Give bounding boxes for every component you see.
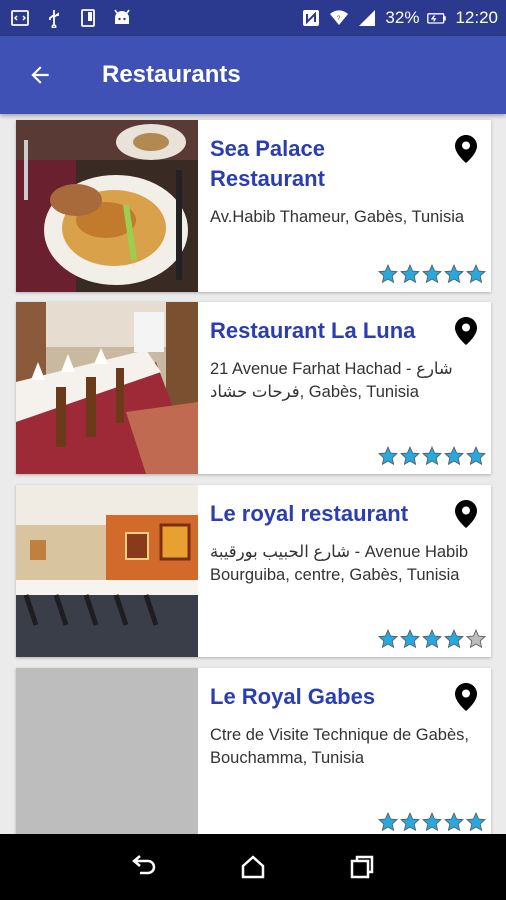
location-pin-icon[interactable] <box>454 499 478 529</box>
star-filled-icon <box>466 812 486 832</box>
navigation-bar <box>0 834 506 900</box>
status-bar: ? 32% 12:20 <box>0 0 506 36</box>
restaurant-card[interactable]: Le royal restaurant شارع الحبيب بورقيبة … <box>16 485 491 657</box>
location-pin-icon[interactable] <box>454 316 478 346</box>
restaurant-info: Le Royal Gabes Ctre de Visite Technique … <box>198 668 494 834</box>
nav-recents-button[interactable] <box>342 847 382 887</box>
status-notifications <box>10 8 132 28</box>
restaurant-name[interactable]: Sea Palace Restaurant <box>210 134 440 194</box>
clock: 12:20 <box>455 8 498 27</box>
battery-percent: 32% <box>385 8 420 27</box>
location-pin-icon[interactable] <box>454 134 478 164</box>
nfc-icon <box>301 8 321 28</box>
restaurant-address: Av.Habib Thameur, Gabès, Tunisia <box>210 208 465 226</box>
location-pin-icon[interactable] <box>454 682 478 712</box>
star-rating <box>378 264 486 284</box>
star-filled-icon <box>400 629 420 649</box>
star-filled-icon <box>400 264 420 284</box>
star-filled-icon <box>444 446 464 466</box>
status-system: ? 32% 12:20 <box>301 8 498 28</box>
star-filled-icon <box>444 812 464 832</box>
restaurant-photo-placeholder <box>16 668 198 834</box>
star-filled-icon <box>444 264 464 284</box>
back-nav-icon <box>132 855 156 875</box>
restaurant-address: 21 Avenue Farhat Hachad - شارع فرحات حشا… <box>210 360 453 401</box>
page-title: Restaurants <box>102 61 241 88</box>
restaurant-name[interactable]: Le Royal Gabes <box>210 682 450 712</box>
star-filled-icon <box>378 812 398 832</box>
nav-home-button[interactable] <box>233 847 273 887</box>
restaurant-info: Le royal restaurant شارع الحبيب بورقيبة … <box>198 485 494 657</box>
star-filled-icon <box>422 264 442 284</box>
star-filled-icon <box>466 446 486 466</box>
restaurant-address: Ctre de Visite Technique de Gabès, Bouch… <box>210 726 469 767</box>
wifi-icon: ? <box>329 8 349 28</box>
restaurant-name[interactable]: Le royal restaurant <box>210 499 450 529</box>
restaurant-address: شارع الحبيب بورقيبة - Avenue Habib Bourg… <box>210 543 469 584</box>
arrow-back-icon <box>31 66 49 84</box>
star-rating <box>378 446 486 466</box>
star-filled-icon <box>378 264 398 284</box>
restaurant-photo <box>16 302 198 474</box>
restaurant-card[interactable]: Le Royal Gabes Ctre de Visite Technique … <box>16 668 491 834</box>
recents-icon <box>350 855 373 879</box>
nav-back-button[interactable] <box>124 847 164 887</box>
back-button[interactable] <box>8 36 72 114</box>
restaurant-photo <box>16 120 198 292</box>
star-filled-icon <box>400 446 420 466</box>
signal-icon <box>357 8 377 28</box>
battery-icon <box>427 8 447 28</box>
star-filled-icon <box>378 446 398 466</box>
app-bar: Restaurants <box>0 36 506 114</box>
star-filled-icon <box>378 629 398 649</box>
android-icon <box>112 8 132 28</box>
star-rating <box>378 629 486 649</box>
code-icon <box>10 8 30 28</box>
restaurant-info: Restaurant La Luna 21 Avenue Farhat Hach… <box>198 302 494 474</box>
star-filled-icon <box>466 264 486 284</box>
star-rating <box>378 812 486 832</box>
restaurant-info: Sea Palace Restaurant Av.Habib Thameur, … <box>198 120 494 292</box>
restaurant-name[interactable]: Restaurant La Luna <box>210 316 450 346</box>
star-empty-icon <box>466 629 486 649</box>
usb-icon <box>44 8 64 28</box>
restaurant-card[interactable]: Sea Palace Restaurant Av.Habib Thameur, … <box>16 120 491 292</box>
home-icon <box>241 855 265 879</box>
restaurant-list[interactable]: Sea Palace Restaurant Av.Habib Thameur, … <box>0 114 506 834</box>
star-filled-icon <box>422 446 442 466</box>
device-icon <box>78 8 98 28</box>
star-filled-icon <box>422 812 442 832</box>
star-filled-icon <box>400 812 420 832</box>
star-filled-icon <box>444 629 464 649</box>
restaurant-photo <box>16 485 198 657</box>
restaurant-card[interactable]: Restaurant La Luna 21 Avenue Farhat Hach… <box>16 302 491 474</box>
star-filled-icon <box>422 629 442 649</box>
